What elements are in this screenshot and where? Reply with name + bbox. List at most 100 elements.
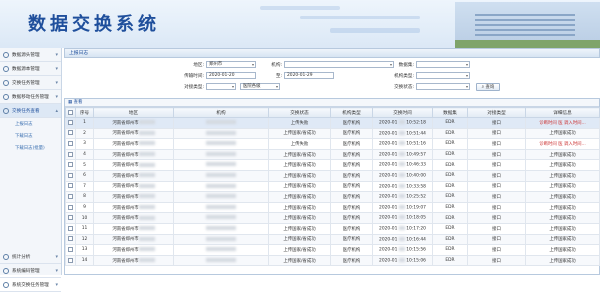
sidebar-item-move-task[interactable]: 数据移动任务管理 ▾ — [0, 90, 61, 104]
row-interface: 接口 — [467, 201, 526, 214]
row-detail[interactable]: 上传国家成功 — [525, 222, 600, 235]
chevron-up-icon: ▴ — [55, 107, 58, 114]
row-status: 上传国家/省成功 — [268, 180, 331, 193]
row-detail[interactable]: 上传国家成功 — [525, 191, 600, 203]
row-org-type: 医疗机构 — [330, 244, 373, 256]
row-detail[interactable]: 上传国家成功 — [525, 212, 600, 224]
row-interface: 接口 — [467, 117, 526, 129]
table-row[interactable]: 14 河南省郑州市 上传国家/省成功 医疗机构 2020-01 10:15:06 EDR 接… — [65, 254, 600, 267]
sidebar-item-sys-task[interactable]: 系统交换任务管理 ▾ — [0, 278, 61, 292]
row-checkbox[interactable] — [65, 169, 76, 182]
table-row[interactable]: 12 河南省郑州市 上传国家/省成功 医疗机构 2020-01 10:16:44 EDR 接… — [65, 233, 600, 246]
row-org-type: 医疗机构 — [330, 254, 373, 267]
status-select[interactable] — [416, 83, 470, 90]
select-all-checkbox[interactable] — [65, 107, 76, 118]
sidebar-subitem-download-log-batch[interactable]: 下载日志(批量) — [0, 142, 61, 154]
row-dataset: EDR — [432, 138, 468, 150]
sidebar-subitem-upload-log[interactable]: 上报日志 — [0, 118, 61, 130]
row-time: 2020-01 10:40:00 — [372, 169, 433, 182]
row-detail[interactable]: 诊断时间 医 调入时间... — [525, 117, 600, 129]
row-area: 河南省郑州市 — [93, 159, 174, 171]
row-org-type: 医疗机构 — [330, 148, 373, 161]
row-detail[interactable]: 上传国家成功 — [525, 201, 600, 214]
row-dataset: EDR — [432, 233, 468, 246]
row-checkbox[interactable] — [65, 148, 76, 161]
row-detail[interactable]: 上传国家成功 — [525, 180, 600, 193]
sidebar-item-stats[interactable]: 统计分析 ▾ — [0, 250, 61, 264]
col-header: 地区 — [93, 107, 174, 118]
row-checkbox[interactable] — [65, 180, 76, 193]
main-content: 上报日志 地区: 郑州市 机构: 数据集: 传输时间: 2020-01-20 至… — [64, 48, 600, 275]
sidebar-item-exchange-task[interactable]: 交换任务管理 ▾ — [0, 76, 61, 90]
row-detail[interactable]: 上传国家成功 — [525, 148, 600, 161]
sidebar-item-source-version[interactable]: 数据源本管理 ▾ — [0, 62, 61, 76]
org-type-select[interactable] — [416, 72, 470, 79]
sidebar-item-task-view[interactable]: 交换任务查看 ▴ — [0, 104, 61, 118]
row-checkbox[interactable] — [65, 222, 76, 235]
table-row[interactable]: 3 河南省郑州市 上传失败 医疗机构 2020-01 10:51:16 EDR 接口 诊断时间… — [65, 138, 600, 150]
table-row[interactable]: 9 河南省郑州市 上传国家/省成功 医疗机构 2020-01 10:19:07 EDR 接口… — [65, 201, 600, 214]
row-detail[interactable]: 上传国家成功 — [525, 169, 600, 182]
dataset-select[interactable] — [416, 61, 470, 68]
table-row[interactable]: 4 河南省郑州市 上传国家/省成功 医疗机构 2020-01 10:49:57 EDR 接口… — [65, 148, 600, 161]
row-interface: 接口 — [467, 233, 526, 246]
row-checkbox[interactable] — [65, 117, 76, 129]
table-row[interactable]: 6 河南省郑州市 上传国家/省成功 医疗机构 2020-01 10:40:00 EDR 接口… — [65, 169, 600, 182]
table-row[interactable]: 5 河南省郑州市 上传国家/省成功 医疗机构 2020-01 10:46:33 EDR 接口… — [65, 159, 600, 171]
date-to-input[interactable]: 2020-01-29 — [284, 72, 334, 79]
col-header: 数据集 — [432, 107, 468, 118]
row-interface: 接口 — [467, 180, 526, 193]
row-org-type: 医疗机构 — [330, 159, 373, 171]
sidebar-item-label: 系统交换任务管理 — [12, 282, 49, 288]
search-button[interactable]: ⌕ 查询 — [476, 83, 500, 91]
chevron-down-icon: ▾ — [55, 267, 58, 274]
sidebar-item-label: 数据源本管理 — [12, 66, 40, 72]
row-detail[interactable]: 诊断时间 医 调入时间... — [525, 138, 600, 150]
log-table: 序号 地区 机构 交换状态 机构类型 交换时间 数据集 对接类型 详细信息 1河… — [65, 107, 600, 267]
row-org-type: 医疗机构 — [330, 191, 373, 203]
row-time: 2020-01 10:15:06 — [372, 254, 433, 267]
sidebar-item-code-mgmt[interactable]: 系统编码管理 ▾ — [0, 264, 61, 278]
table-row[interactable]: 8 河南省郑州市 上传国家/省成功 医疗机构 2020-01 10:25:52 EDR 接口… — [65, 191, 600, 203]
table-row[interactable]: 2 河南省郑州市 上传国家/省成功 医疗机构 2020-01 10:51:44 EDR 接口… — [65, 127, 600, 140]
row-checkbox[interactable] — [65, 127, 76, 140]
chevron-down-icon: ▾ — [55, 79, 58, 86]
row-area: 河南省郑州市 — [93, 254, 174, 267]
row-detail[interactable]: 上传国家成功 — [525, 159, 600, 171]
sidebar-subitem-download-log[interactable]: 下载日志 — [0, 130, 61, 142]
row-org-type: 医疗机构 — [330, 117, 373, 129]
sidebar-item-source-org[interactable]: 数据源头管理 ▾ — [0, 48, 61, 62]
row-checkbox[interactable] — [65, 201, 76, 214]
row-interface: 接口 — [467, 169, 526, 182]
row-area: 河南省郑州市 — [93, 138, 174, 150]
org-type-label: 机构类型: — [394, 74, 414, 79]
row-checkbox[interactable] — [65, 159, 76, 171]
row-checkbox[interactable] — [65, 244, 76, 256]
search-button-label: 查询 — [485, 85, 495, 90]
row-time: 2020-01 10:15:56 — [372, 244, 433, 256]
table-row[interactable]: 7 河南省郑州市 上传国家/省成功 医疗机构 2020-01 10:33:58 EDR 接口… — [65, 180, 600, 193]
row-no: 8 — [75, 191, 94, 203]
row-detail[interactable]: 上传国家成功 — [525, 254, 600, 267]
row-detail[interactable]: 上传国家成功 — [525, 244, 600, 256]
row-checkbox[interactable] — [65, 212, 76, 224]
row-checkbox[interactable] — [65, 233, 76, 246]
table-row[interactable]: 11 河南省郑州市 上传国家/省成功 医疗机构 2020-01 10:17:20 EDR 接… — [65, 222, 600, 235]
reason-select[interactable]: 医院各级 — [240, 83, 280, 90]
row-detail[interactable]: 上传国家成功 — [525, 127, 600, 140]
row-time: 2020-01 10:51:16 — [372, 138, 433, 150]
row-checkbox[interactable] — [65, 254, 76, 267]
table-row[interactable]: 1 河南省郑州市 上传失败 医疗机构 2020-01 10:52:18 EDR 接口 诊断时间… — [65, 117, 600, 129]
row-detail[interactable]: 上传国家成功 — [525, 233, 600, 246]
col-header: 机构类型 — [330, 107, 373, 118]
row-checkbox[interactable] — [65, 138, 76, 150]
row-dataset: EDR — [432, 169, 468, 182]
interface-select[interactable] — [206, 83, 236, 90]
table-row[interactable]: 13 河南省郑州市 上传国家/省成功 医疗机构 2020-01 10:15:56 EDR 接… — [65, 244, 600, 256]
row-checkbox[interactable] — [65, 191, 76, 203]
view-button[interactable]: 查看 — [74, 100, 83, 105]
row-org-redacted — [173, 148, 269, 161]
date-label: 传输时间: — [184, 74, 204, 79]
table-row[interactable]: 10 河南省郑州市 上传国家/省成功 医疗机构 2020-01 10:18:05 EDR 接… — [65, 212, 600, 224]
row-org-type: 医疗机构 — [330, 222, 373, 235]
